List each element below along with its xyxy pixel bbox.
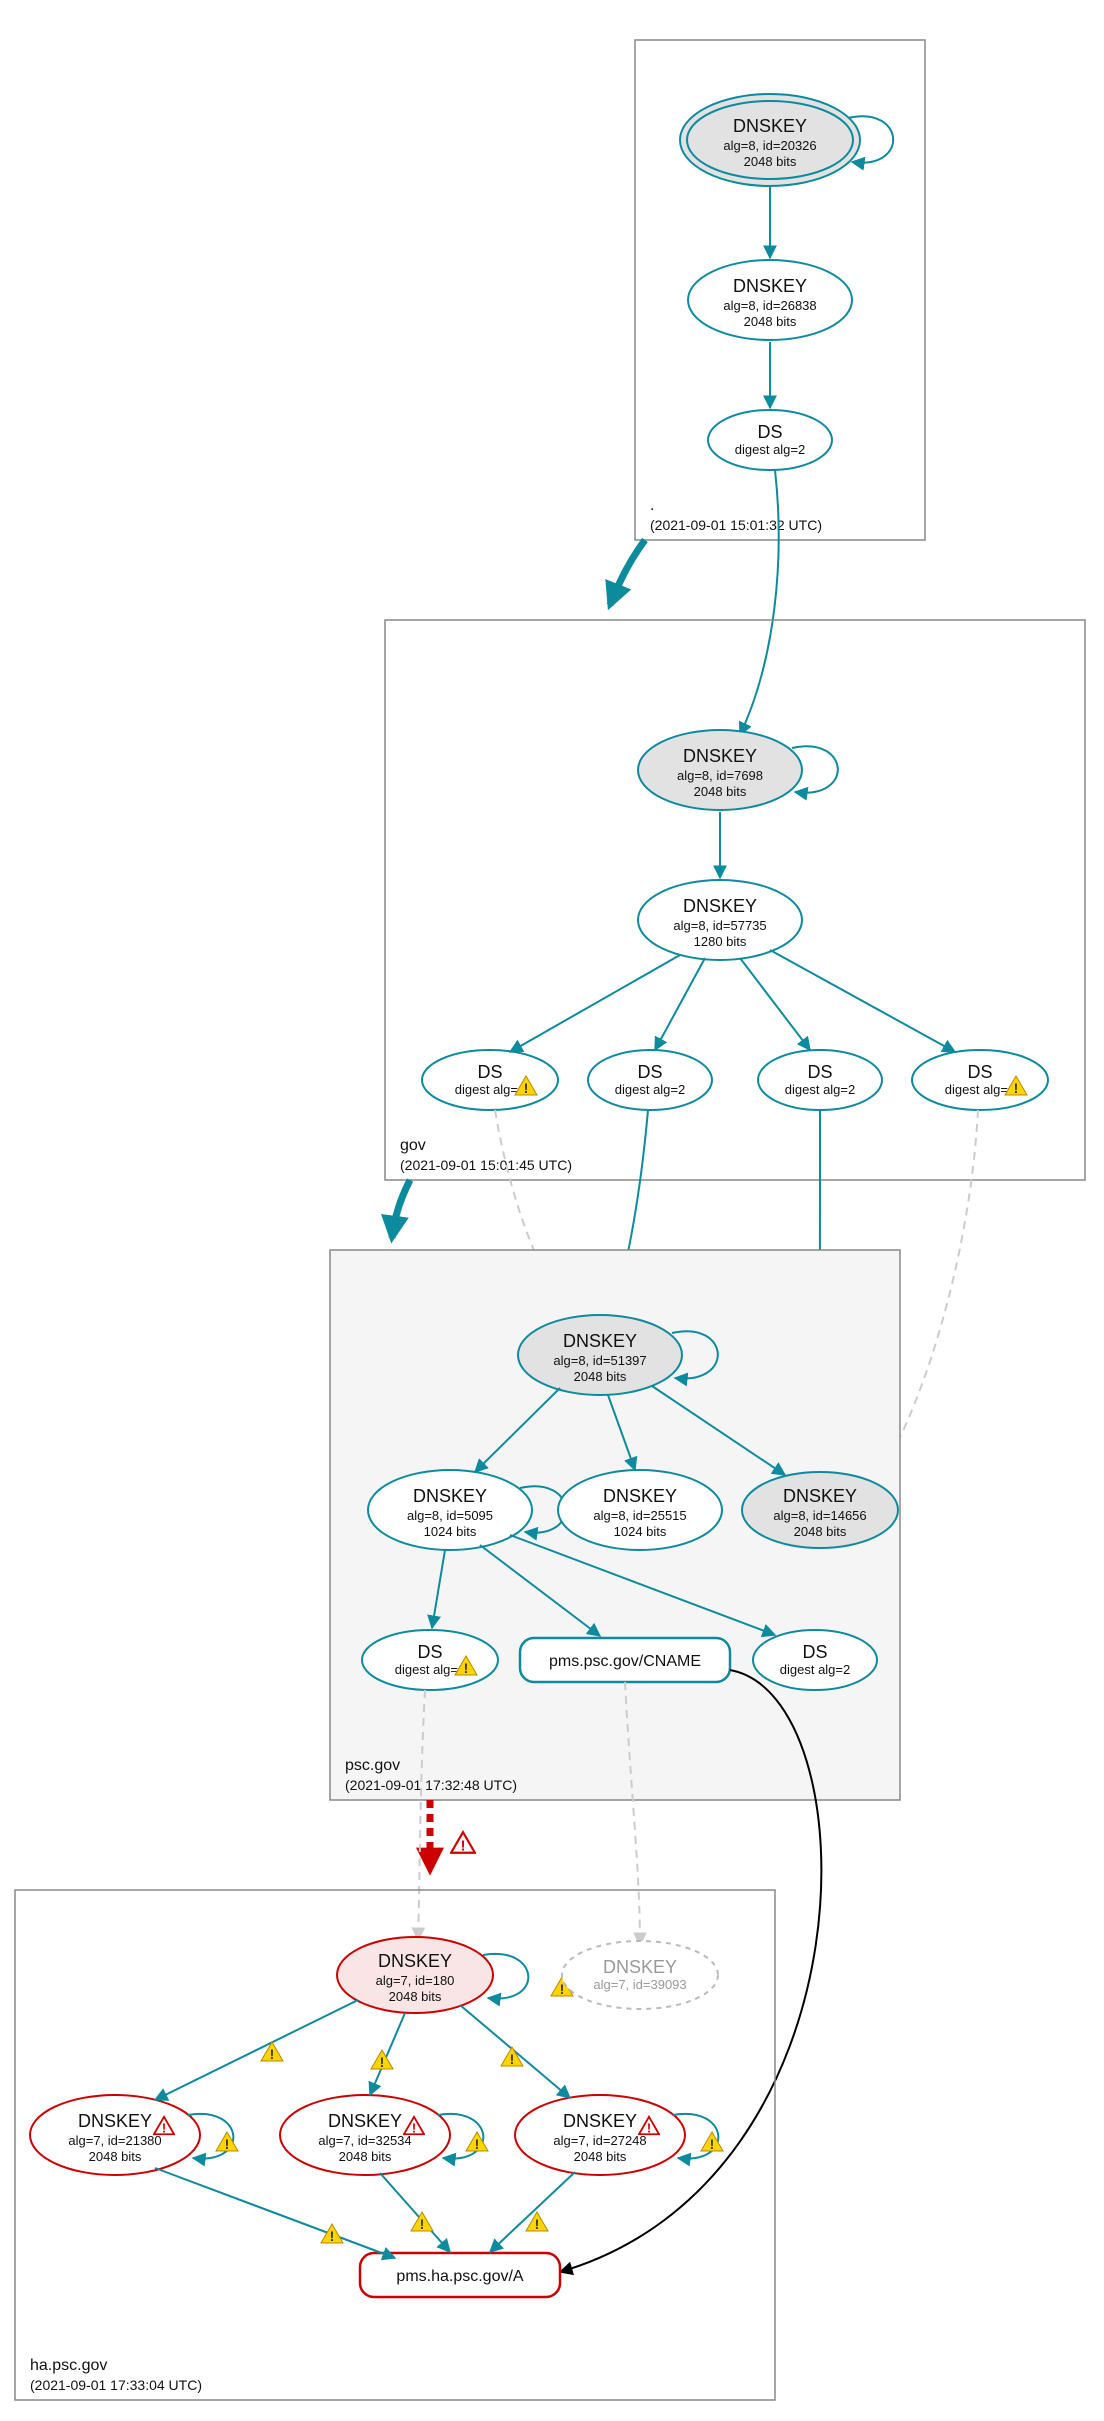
node-psc-cname: pms.psc.gov/CNAME [520,1638,730,1682]
node-ha-k3: DNSKEY alg=7, id=27248 2048 bits [515,2095,685,2175]
svg-text:DS: DS [757,422,782,442]
svg-text:1280 bits: 1280 bits [694,934,747,949]
node-gov-ds3: DS digest alg=2 [758,1050,882,1110]
node-ha-a: pms.ha.psc.gov/A [360,2253,560,2297]
svg-text:alg=8, id=14656: alg=8, id=14656 [773,1508,866,1523]
warning-icon [411,2212,433,2232]
node-psc-ds1: DS digest alg=1 [362,1630,498,1690]
svg-text:DNSKEY: DNSKEY [603,1486,677,1506]
svg-text:DNSKEY: DNSKEY [603,1957,677,1977]
svg-text:alg=8, id=57735: alg=8, id=57735 [673,918,766,933]
svg-text:digest alg=2: digest alg=2 [785,1082,855,1097]
svg-text:2048 bits: 2048 bits [744,154,797,169]
svg-text:digest alg=2: digest alg=2 [780,1662,850,1677]
svg-text:DNSKEY: DNSKEY [328,2111,402,2131]
node-gov-zsk: DNSKEY alg=8, id=57735 1280 bits [638,880,802,960]
svg-text:1024 bits: 1024 bits [614,1524,667,1539]
svg-text:alg=7, id=180: alg=7, id=180 [376,1973,455,1988]
svg-text:DS: DS [637,1062,662,1082]
node-root-zsk: DNSKEY alg=8, id=26838 2048 bits [688,260,852,340]
node-psc-ds2: DS digest alg=2 [753,1630,877,1690]
zone-psc: psc.gov (2021-09-01 17:32:48 UTC) DNSKEY… [330,1250,900,1800]
svg-text:2048 bits: 2048 bits [794,1524,847,1539]
error-icon [451,1832,475,1854]
svg-text:2048 bits: 2048 bits [694,784,747,799]
svg-text:2048 bits: 2048 bits [574,2149,627,2164]
svg-text:DNSKEY: DNSKEY [413,1486,487,1506]
svg-text:DNSKEY: DNSKEY [783,1486,857,1506]
node-ha-ksk: DNSKEY alg=7, id=180 2048 bits [337,1937,493,2013]
node-psc-k3: DNSKEY alg=8, id=14656 2048 bits [742,1472,898,1548]
svg-text:DNSKEY: DNSKEY [78,2111,152,2131]
svg-text:1024 bits: 1024 bits [424,1524,477,1539]
svg-text:alg=7, id=39093: alg=7, id=39093 [593,1977,686,1992]
zone-gov-ts: (2021-09-01 15:01:45 UTC) [400,1157,572,1173]
node-ha-k2: DNSKEY alg=7, id=32534 2048 bits [280,2095,450,2175]
node-gov-ds1: DS digest alg=1 [422,1050,558,1110]
node-root-ds: DS digest alg=2 [708,410,832,470]
node-gov-ds2: DS digest alg=2 [588,1050,712,1110]
node-ha-k1: DNSKEY alg=7, id=21380 2048 bits [30,2095,200,2175]
svg-text:DNSKEY: DNSKEY [733,116,807,136]
node-gov-ds4: DS digest alg=1 [912,1050,1048,1110]
svg-text:DNSKEY: DNSKEY [378,1951,452,1971]
svg-text:DS: DS [417,1642,442,1662]
warning-icon [501,2047,523,2067]
zone-root: . (2021-09-01 15:01:32 UTC) DNSKEY alg=8… [635,40,925,540]
svg-text:digest alg=2: digest alg=2 [615,1082,685,1097]
node-root-ksk: DNSKEY alg=8, id=20326 2048 bits [680,94,860,186]
svg-text:digest alg=2: digest alg=2 [735,442,805,457]
edge-delegation-gov-psc [392,1180,410,1238]
warning-icon [216,2132,238,2152]
svg-text:alg=8, id=51397: alg=8, id=51397 [553,1353,646,1368]
zone-ha-ts: (2021-09-01 17:33:04 UTC) [30,2377,202,2393]
zone-root-ts: (2021-09-01 15:01:32 UTC) [650,517,822,533]
warning-icon [466,2132,488,2152]
node-psc-k1: DNSKEY alg=8, id=5095 1024 bits [368,1470,532,1550]
svg-text:DNSKEY: DNSKEY [683,896,757,916]
svg-text:alg=7, id=32534: alg=7, id=32534 [318,2133,411,2148]
warning-icon [701,2132,723,2152]
edge-delegation-root-gov [610,540,645,605]
zone-gov-name: gov [400,1137,426,1154]
svg-text:DS: DS [802,1642,827,1662]
svg-text:alg=8, id=26838: alg=8, id=26838 [723,298,816,313]
svg-text:DNSKEY: DNSKEY [563,2111,637,2131]
zone-psc-name: psc.gov [345,1757,400,1774]
svg-text:pms.ha.psc.gov/A: pms.ha.psc.gov/A [396,2268,524,2285]
warning-icon [261,2042,283,2062]
svg-text:DS: DS [967,1062,992,1082]
svg-text:DNSKEY: DNSKEY [563,1331,637,1351]
svg-text:2048 bits: 2048 bits [744,314,797,329]
svg-text:pms.psc.gov/CNAME: pms.psc.gov/CNAME [549,1653,701,1670]
svg-text:alg=8, id=20326: alg=8, id=20326 [723,138,816,153]
svg-text:2048 bits: 2048 bits [89,2149,142,2164]
dnssec-graph: ! ! . (2021-09-01 15:01:32 UTC) DNSKEY a… [0,0,1104,2421]
svg-text:alg=8, id=5095: alg=8, id=5095 [407,1508,493,1523]
svg-text:DNSKEY: DNSKEY [733,276,807,296]
svg-text:DNSKEY: DNSKEY [683,746,757,766]
svg-text:DS: DS [807,1062,832,1082]
zone-gov: gov (2021-09-01 15:01:45 UTC) DNSKEY alg… [385,620,1085,1180]
node-ha-ghost: DNSKEY alg=7, id=39093 [562,1941,718,2009]
zone-ha: ha.psc.gov (2021-09-01 17:33:04 UTC) DNS… [15,1890,775,2400]
svg-text:alg=8, id=7698: alg=8, id=7698 [677,768,763,783]
node-psc-ksk: DNSKEY alg=8, id=51397 2048 bits [518,1315,682,1395]
svg-text:alg=7, id=27248: alg=7, id=27248 [553,2133,646,2148]
svg-text:2048 bits: 2048 bits [574,1369,627,1384]
zone-psc-ts: (2021-09-01 17:32:48 UTC) [345,1777,517,1793]
svg-text:DS: DS [477,1062,502,1082]
zone-ha-name: ha.psc.gov [30,2357,107,2374]
zone-root-name: . [650,497,654,514]
svg-text:alg=8, id=25515: alg=8, id=25515 [593,1508,686,1523]
svg-text:alg=7, id=21380: alg=7, id=21380 [68,2133,161,2148]
svg-text:2048 bits: 2048 bits [339,2149,392,2164]
warning-icon [371,2050,393,2070]
warning-icon [321,2224,343,2244]
svg-text:2048 bits: 2048 bits [389,1989,442,2004]
node-psc-k2: DNSKEY alg=8, id=25515 1024 bits [558,1470,722,1550]
node-gov-ksk: DNSKEY alg=8, id=7698 2048 bits [638,730,802,810]
